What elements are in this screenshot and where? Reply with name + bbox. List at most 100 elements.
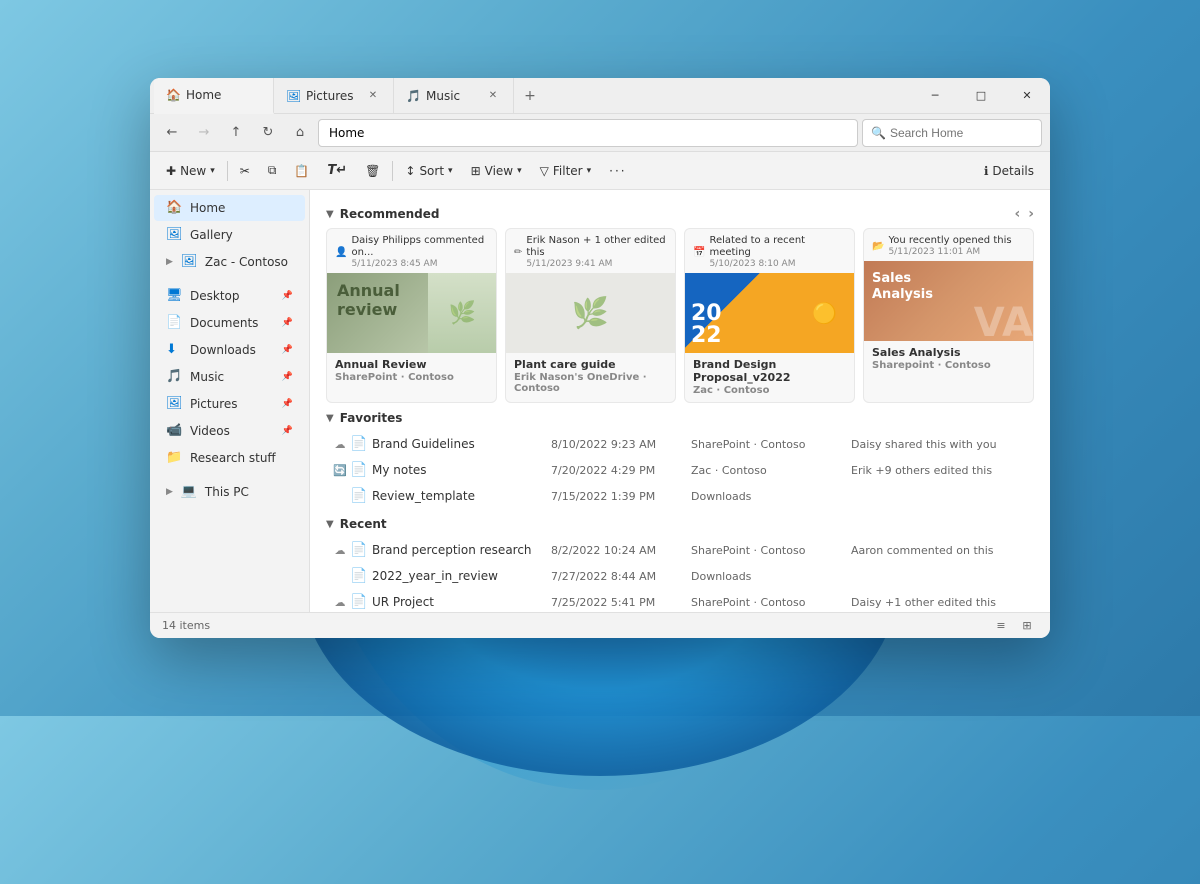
maximize-button[interactable]: □ bbox=[958, 78, 1004, 114]
close-button[interactable]: ✕ bbox=[1004, 78, 1050, 114]
file-icon-ur-project: 📄 bbox=[350, 594, 372, 610]
card-brand-title: Brand Design Proposal_v2022 bbox=[693, 358, 846, 384]
sort-button[interactable]: ↕ Sort ▾ bbox=[397, 161, 460, 181]
sidebar-desktop-icon: 🖥 bbox=[166, 288, 182, 304]
delete-button[interactable]: 🗑 bbox=[357, 161, 388, 181]
new-icon: ✚ bbox=[166, 164, 176, 178]
card-sales-analysis[interactable]: 📂 You recently opened this 5/11/2023 11:… bbox=[863, 228, 1034, 403]
list-item[interactable]: 📄 Review_template 7/15/2022 1:39 PM Down… bbox=[326, 483, 1034, 509]
annual-review-preview-text: Annualreview bbox=[337, 281, 400, 319]
sidebar-downloads-label: Downloads bbox=[190, 343, 256, 357]
status-text: 14 items bbox=[162, 619, 210, 632]
favorites-label: Favorites bbox=[340, 411, 403, 425]
sidebar-item-gallery[interactable]: 🖼 Gallery bbox=[154, 222, 305, 248]
status-bar: 14 items ≡ ⊞ bbox=[150, 612, 1050, 638]
file-name-brand-perception: Brand perception research bbox=[372, 543, 551, 557]
file-activity-brand-guidelines: Daisy shared this with you bbox=[851, 438, 1030, 451]
sync-icon-brand-guidelines: ☁ bbox=[330, 438, 350, 451]
list-item[interactable]: ☁ 📄 UR Project 7/25/2022 5:41 PM SharePo… bbox=[326, 589, 1034, 612]
sidebar-item-music[interactable]: 🎵 Music 📌 bbox=[154, 364, 305, 390]
card-sales-title: Sales Analysis bbox=[872, 346, 1025, 359]
command-bar: ✚ New ▾ ✂ ⧉ 📋 T↵ 🗑 ↕ Sort ▾ ⊞ View ▾ bbox=[150, 152, 1050, 190]
recommended-prev-icon[interactable]: ‹ bbox=[1014, 206, 1020, 222]
sidebar-item-downloads[interactable]: ⬇ Downloads 📌 bbox=[154, 337, 305, 363]
tab-music[interactable]: 🎵 Music ✕ bbox=[394, 78, 514, 114]
view-button[interactable]: ⊞ View ▾ bbox=[463, 161, 530, 181]
more-button[interactable]: ··· bbox=[601, 161, 634, 181]
back-button[interactable]: ← bbox=[158, 119, 186, 147]
search-box[interactable]: 🔍 bbox=[862, 119, 1042, 147]
card-sales-meta-icon: 📂 bbox=[872, 241, 884, 252]
grid-view-button[interactable]: ⊞ bbox=[1016, 616, 1038, 636]
recent-section-header[interactable]: ▼ Recent bbox=[326, 517, 1034, 531]
tab-home[interactable]: 🏠 Home bbox=[154, 78, 274, 114]
search-input[interactable] bbox=[890, 126, 1033, 140]
sidebar-pictures-pin-icon: 📌 bbox=[282, 399, 293, 409]
copy-button[interactable]: ⧉ bbox=[260, 160, 285, 181]
sidebar-item-desktop[interactable]: 🖥 Desktop 📌 bbox=[154, 283, 305, 309]
file-name-ur-project: UR Project bbox=[372, 595, 551, 609]
file-location-brand-guidelines: SharePoint · Contoso bbox=[691, 438, 851, 451]
path-text: Home bbox=[329, 126, 364, 140]
list-item[interactable]: 📄 2022_year_in_review 7/27/2022 8:44 AM … bbox=[326, 563, 1034, 589]
delete-icon: 🗑 bbox=[365, 164, 380, 178]
tab-music-close[interactable]: ✕ bbox=[485, 88, 501, 104]
favorites-section-header[interactable]: ▼ Favorites bbox=[326, 411, 1034, 425]
recommended-next-icon[interactable]: › bbox=[1028, 206, 1034, 222]
sidebar-item-research[interactable]: 📁 Research stuff bbox=[154, 445, 305, 471]
file-icon-brand-perception: 📄 bbox=[350, 542, 372, 558]
sidebar-documents-pin-icon: 📌 bbox=[282, 318, 293, 328]
rename-button[interactable]: T↵ bbox=[319, 160, 355, 181]
tab-pictures[interactable]: 🖼 Pictures ✕ bbox=[274, 78, 394, 114]
sidebar-videos-icon: 📹 bbox=[166, 423, 182, 439]
card-annual-meta-text: Daisy Philipps commented on... bbox=[351, 235, 488, 259]
card-plant-meta-date: 5/11/2023 9:41 AM bbox=[526, 259, 667, 269]
sidebar-zac-expand-icon: ▶ bbox=[166, 257, 173, 267]
sidebar-zac-icon: 🖼 bbox=[181, 254, 197, 270]
paste-button[interactable]: 📋 bbox=[286, 161, 317, 181]
sidebar-item-pictures[interactable]: 🖼 Pictures 📌 bbox=[154, 391, 305, 417]
separator-2 bbox=[392, 161, 393, 181]
sidebar-videos-label: Videos bbox=[190, 424, 230, 438]
file-explorer-window: 🏠 Home 🖼 Pictures ✕ 🎵 Music ✕ + ─ □ ✕ ← bbox=[150, 78, 1050, 638]
card-plant-care[interactable]: ✏ Erik Nason + 1 other edited this 5/11/… bbox=[505, 228, 676, 403]
sidebar-zac-label: Zac - Contoso bbox=[205, 255, 288, 269]
sidebar-item-home[interactable]: 🏠 Home bbox=[154, 195, 305, 221]
new-button[interactable]: ✚ New ▾ bbox=[158, 161, 223, 181]
card-brand-design[interactable]: 📅 Related to a recent meeting 5/10/2023 … bbox=[684, 228, 855, 403]
tab-pictures-label: Pictures bbox=[306, 89, 354, 103]
refresh-button[interactable]: ↻ bbox=[254, 119, 282, 147]
sidebar-item-zac-contoso[interactable]: ▶ 🖼 Zac - Contoso bbox=[154, 249, 305, 275]
cut-button[interactable]: ✂ bbox=[232, 161, 258, 181]
card-sales-meta: 📂 You recently opened this 5/11/2023 11:… bbox=[864, 229, 1033, 261]
card-annual-preview: Annualreview 🌿 bbox=[327, 273, 496, 353]
tab-bar: 🏠 Home 🖼 Pictures ✕ 🎵 Music ✕ + bbox=[150, 78, 912, 114]
tab-pictures-close[interactable]: ✕ bbox=[365, 88, 381, 104]
tab-home-label: Home bbox=[186, 88, 221, 102]
address-path[interactable]: Home bbox=[318, 119, 858, 147]
sidebar-item-videos[interactable]: 📹 Videos 📌 bbox=[154, 418, 305, 444]
sidebar-item-documents[interactable]: 📄 Documents 📌 bbox=[154, 310, 305, 336]
card-brand-subtitle: Zac · Contoso bbox=[693, 385, 846, 396]
details-button[interactable]: ℹ Details bbox=[976, 161, 1042, 181]
recent-label: Recent bbox=[340, 517, 387, 531]
filter-button[interactable]: ▽ Filter ▾ bbox=[532, 161, 599, 181]
forward-button[interactable]: → bbox=[190, 119, 218, 147]
sidebar-item-this-pc[interactable]: ▶ 💻 This PC bbox=[154, 479, 305, 505]
up-button[interactable]: ↑ bbox=[222, 119, 250, 147]
recommended-section-header[interactable]: ▼ Recommended ‹ › bbox=[326, 206, 1034, 222]
home-nav-button[interactable]: ⌂ bbox=[286, 119, 314, 147]
file-location-my-notes: Zac · Contoso bbox=[691, 464, 851, 477]
recommended-label: Recommended bbox=[340, 207, 440, 221]
list-view-button[interactable]: ≡ bbox=[990, 616, 1012, 636]
card-annual-info: Annual Review SharePoint · Contoso bbox=[327, 353, 496, 389]
sync-icon-ur-project: ☁ bbox=[330, 596, 350, 609]
sidebar-downloads-icon: ⬇ bbox=[166, 342, 182, 358]
minimize-button[interactable]: ─ bbox=[912, 78, 958, 114]
card-annual-review[interactable]: 👤 Daisy Philipps commented on... 5/11/20… bbox=[326, 228, 497, 403]
list-item[interactable]: 🔄 📄 My notes 7/20/2022 4:29 PM Zac · Con… bbox=[326, 457, 1034, 483]
list-item[interactable]: ☁ 📄 Brand perception research 8/2/2022 1… bbox=[326, 537, 1034, 563]
file-icon-review-template: 📄 bbox=[350, 488, 372, 504]
list-item[interactable]: ☁ 📄 Brand Guidelines 8/10/2022 9:23 AM S… bbox=[326, 431, 1034, 457]
add-tab-button[interactable]: + bbox=[514, 78, 546, 114]
